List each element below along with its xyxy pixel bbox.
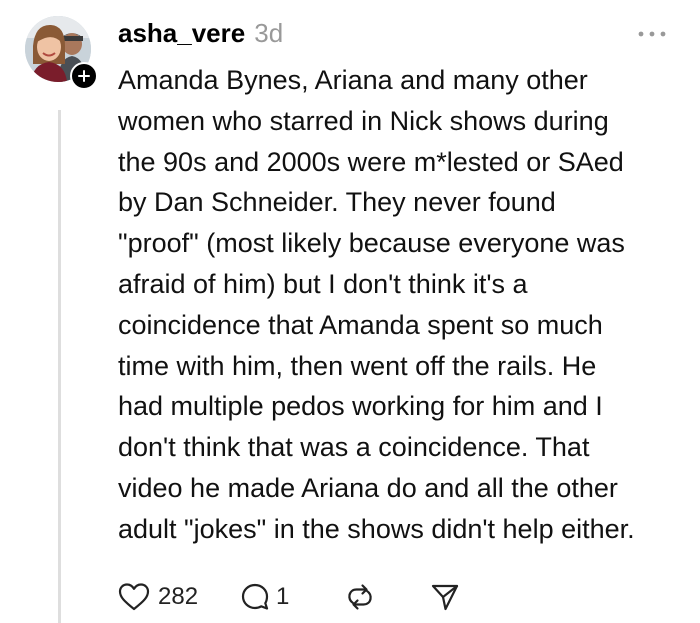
body-line: video he made Ariana do and all the othe… xyxy=(118,472,618,503)
action-bar: 282 1 xyxy=(118,580,460,614)
body-line: by Dan Schneider. They never found xyxy=(118,187,556,218)
body-line: don't think that was a coincidence. That xyxy=(118,432,590,463)
more-horizontal-icon xyxy=(638,31,666,37)
body-line: time with him, then went off the rails. … xyxy=(118,350,597,381)
send-icon xyxy=(431,584,459,611)
heart-icon xyxy=(118,583,150,611)
thread-line xyxy=(58,110,61,623)
share-button[interactable] xyxy=(430,582,460,612)
repost-button[interactable] xyxy=(345,582,430,612)
username-link[interactable]: asha_vere xyxy=(118,18,245,49)
body-line: afraid of him) but I don't think it's a xyxy=(118,268,528,299)
repost-icon xyxy=(348,584,372,610)
post-body: Amanda Bynes, Ariana and many other wome… xyxy=(118,60,684,550)
like-button[interactable]: 282 xyxy=(118,582,240,612)
body-line: women who starred in Nick shows during xyxy=(118,105,609,136)
reply-count: 1 xyxy=(276,583,290,610)
body-line: "proof" (most likely because everyone wa… xyxy=(118,228,625,259)
plus-icon xyxy=(78,70,90,82)
timestamp: 3d xyxy=(254,18,284,48)
body-line: had multiple pedos working for him and I xyxy=(118,391,603,422)
more-options-button[interactable] xyxy=(636,25,668,43)
post-header: asha_vere 3d xyxy=(118,18,283,52)
body-line: Amanda Bynes, Ariana and many other xyxy=(118,65,588,95)
like-count: 282 xyxy=(158,583,199,610)
author-avatar-group[interactable] xyxy=(25,16,98,90)
comment-icon xyxy=(241,583,269,610)
thread-post: asha_vere 3d Amanda Bynes, Ariana and ma… xyxy=(0,0,700,623)
body-line: coincidence that Amanda spent so much xyxy=(118,309,603,340)
follow-button[interactable] xyxy=(70,62,98,90)
body-line: adult "jokes" in the shows didn't help e… xyxy=(118,513,635,544)
body-line: the 90s and 2000s were m*lested or SAed xyxy=(118,146,624,177)
reply-button[interactable]: 1 xyxy=(240,582,345,612)
